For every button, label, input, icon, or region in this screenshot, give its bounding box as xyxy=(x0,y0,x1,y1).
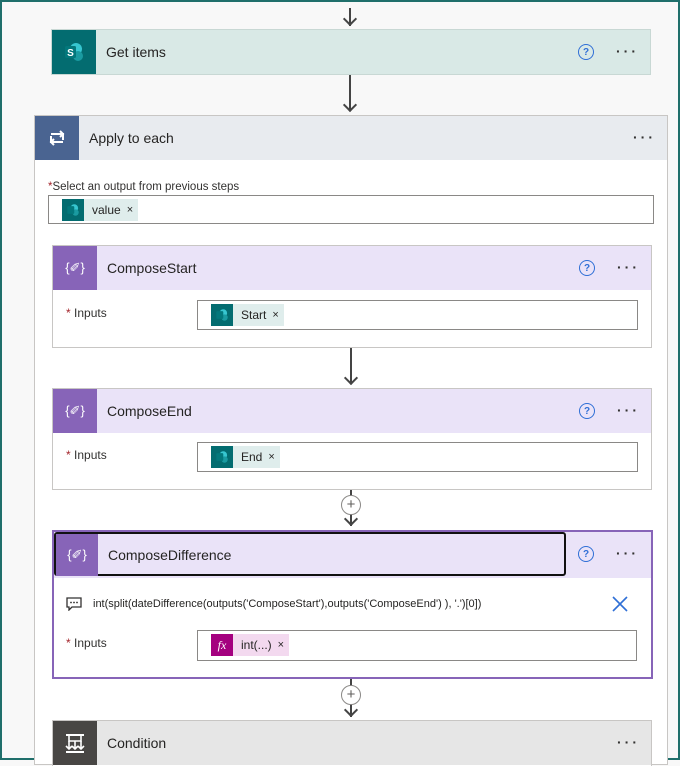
inputs-label: * Inputs xyxy=(66,306,107,320)
more-options-button[interactable]: ··· xyxy=(633,129,656,145)
condition-title: Condition xyxy=(107,735,167,751)
remove-token-icon[interactable]: × xyxy=(127,204,138,216)
connector-head xyxy=(343,370,359,386)
apply-to-each-title: Apply to each xyxy=(89,130,174,146)
compose-difference-header[interactable]: {✐} ComposeDifference ? ··· xyxy=(54,532,651,578)
select-output-field[interactable]: value × xyxy=(48,195,654,224)
apply-to-each-header[interactable]: Apply to each ··· xyxy=(35,116,667,160)
help-icon[interactable]: ? xyxy=(578,44,594,60)
insert-step-button[interactable]: + xyxy=(341,685,361,705)
token-label: int(...) xyxy=(241,638,272,652)
sharepoint-icon: S xyxy=(52,30,96,74)
connector-head xyxy=(343,702,359,718)
help-icon[interactable]: ? xyxy=(578,546,594,562)
get-items-title: Get items xyxy=(106,44,166,60)
more-options-button[interactable]: ··· xyxy=(617,259,640,275)
more-options-button[interactable]: ··· xyxy=(616,545,639,561)
compose-icon: {✐} xyxy=(53,389,97,433)
apply-to-each-card[interactable]: Apply to each ··· *Select an output from… xyxy=(34,115,668,766)
compose-difference-card[interactable]: {✐} ComposeDifference ? ··· int(split(da… xyxy=(52,530,653,679)
compose-icon: {✐} xyxy=(56,534,98,576)
condition-card[interactable]: Condition ··· xyxy=(52,720,652,766)
help-icon[interactable]: ? xyxy=(579,260,595,276)
compose-end-title: ComposeEnd xyxy=(107,403,192,419)
inputs-field[interactable]: fx int(...) × xyxy=(197,630,637,661)
inputs-field[interactable]: Start × xyxy=(197,300,638,330)
value-token[interactable]: value × xyxy=(62,199,139,221)
svg-text:S: S xyxy=(67,48,74,59)
expression-bar: int(split(dateDifference(outputs('Compos… xyxy=(57,582,650,624)
close-icon[interactable] xyxy=(611,595,629,618)
comment-icon xyxy=(66,597,82,616)
compose-icon: {✐} xyxy=(53,246,97,290)
condition-icon xyxy=(53,721,97,765)
token-label: End xyxy=(241,450,263,464)
sharepoint-icon xyxy=(62,199,84,221)
compose-start-header[interactable]: {✐} ComposeStart ? ··· xyxy=(53,246,651,290)
end-token[interactable]: End × xyxy=(211,446,280,468)
compose-difference-title: ComposeDifference xyxy=(108,547,232,563)
sharepoint-icon xyxy=(211,446,233,468)
inputs-field[interactable]: End × xyxy=(197,442,638,472)
get-items-card[interactable]: S Get items ? ··· xyxy=(51,29,651,75)
remove-token-icon[interactable]: × xyxy=(272,309,283,321)
insert-step-button[interactable]: + xyxy=(341,495,361,515)
expression-text: int(split(dateDifference(outputs('Compos… xyxy=(93,598,482,610)
more-options-button[interactable]: ··· xyxy=(617,734,640,750)
condition-header[interactable]: Condition ··· xyxy=(53,721,651,765)
token-label: Start xyxy=(241,308,267,322)
remove-token-icon[interactable]: × xyxy=(278,639,289,651)
start-token[interactable]: Start × xyxy=(211,304,284,326)
compose-end-header[interactable]: {✐} ComposeEnd ? ··· xyxy=(53,389,651,433)
loop-icon xyxy=(35,116,79,160)
more-options-button[interactable]: ··· xyxy=(616,43,639,59)
select-output-label: *Select an output from previous steps xyxy=(48,181,240,193)
token-label: value xyxy=(92,203,121,217)
fx-icon: fx xyxy=(211,634,233,656)
compose-end-card[interactable]: {✐} ComposeEnd ? ··· * Inputs End × xyxy=(52,388,652,490)
sharepoint-icon xyxy=(211,304,233,326)
compose-start-card[interactable]: {✐} ComposeStart ? ··· * Inputs Start × xyxy=(52,245,652,348)
inputs-label: * Inputs xyxy=(66,636,107,650)
inputs-label: * Inputs xyxy=(66,448,107,462)
more-options-button[interactable]: ··· xyxy=(617,402,640,418)
help-icon[interactable]: ? xyxy=(579,403,595,419)
compose-start-title: ComposeStart xyxy=(107,260,197,276)
expression-token[interactable]: fx int(...) × xyxy=(211,634,290,656)
remove-token-icon[interactable]: × xyxy=(268,451,279,463)
